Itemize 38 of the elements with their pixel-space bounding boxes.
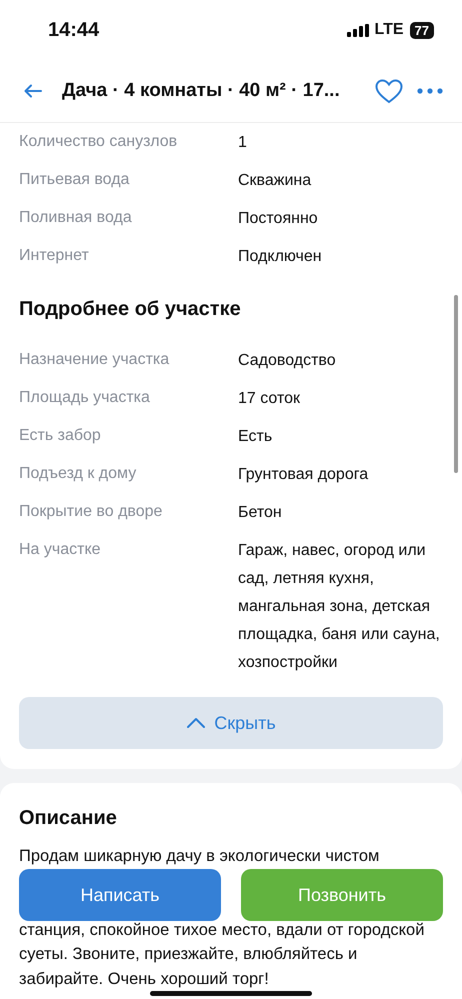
back-icon[interactable] (24, 84, 42, 98)
section-heading: Подробнее об участке (19, 297, 242, 322)
property-value: Постоянно (238, 209, 319, 229)
property-value: Садоводство (238, 351, 337, 371)
battery-indicator: 77 (410, 22, 434, 38)
description-text: суеты. Звоните, приезжайте, влюбляйтесь и (19, 945, 358, 963)
property-label: Интернет (19, 246, 90, 266)
property-label: Количество санузлов (19, 132, 178, 152)
description-text: забирайте. Очень хороший торг! (19, 970, 269, 988)
property-label: Подъезд к дому (19, 464, 138, 484)
status-time: 14:44 (48, 18, 100, 42)
property-value: 1 (238, 133, 248, 153)
property-value: Грунтовая дорога (238, 465, 370, 485)
property-value: Скважина (238, 171, 312, 191)
property-value: Гараж, навес, огород или сад, летняя кухня, мангальная зона, детская площадка, баня или сауна, хозпостройки (238, 541, 441, 673)
call-button[interactable]: Позвонить (241, 869, 443, 921)
property-label: Поливная вода (19, 208, 133, 228)
property-label: Покрытие во дворе (19, 502, 164, 522)
description-text: Продам шикарную дачу в экологически чистом (19, 847, 380, 865)
section-heading: Описание (19, 806, 118, 831)
property-value: Бетон (238, 503, 283, 523)
more-icon[interactable] (417, 88, 443, 94)
property-label: Есть забор (19, 426, 102, 446)
property-label: Назначение участка (19, 350, 170, 370)
message-button[interactable]: Написать (19, 869, 221, 921)
property-label: Площадь участка (19, 388, 151, 408)
listing-title: Дача · 4 комнаты · 40 м² · 17... (62, 80, 341, 102)
chevron-up-icon (186, 717, 206, 729)
property-label: Питьевая вода (19, 170, 130, 190)
description-text: станция, спокойное тихое место, вдали от городской (19, 920, 424, 938)
heart-icon[interactable] (375, 78, 403, 104)
property-value: 17 соток (238, 389, 302, 409)
network-label: LTE (374, 21, 404, 39)
hide-button[interactable]: Скрыть (19, 697, 443, 749)
property-label: На участке (19, 540, 102, 560)
property-value: Есть (238, 427, 274, 447)
signal-icon (346, 24, 368, 36)
property-value: Подключен (238, 247, 323, 267)
